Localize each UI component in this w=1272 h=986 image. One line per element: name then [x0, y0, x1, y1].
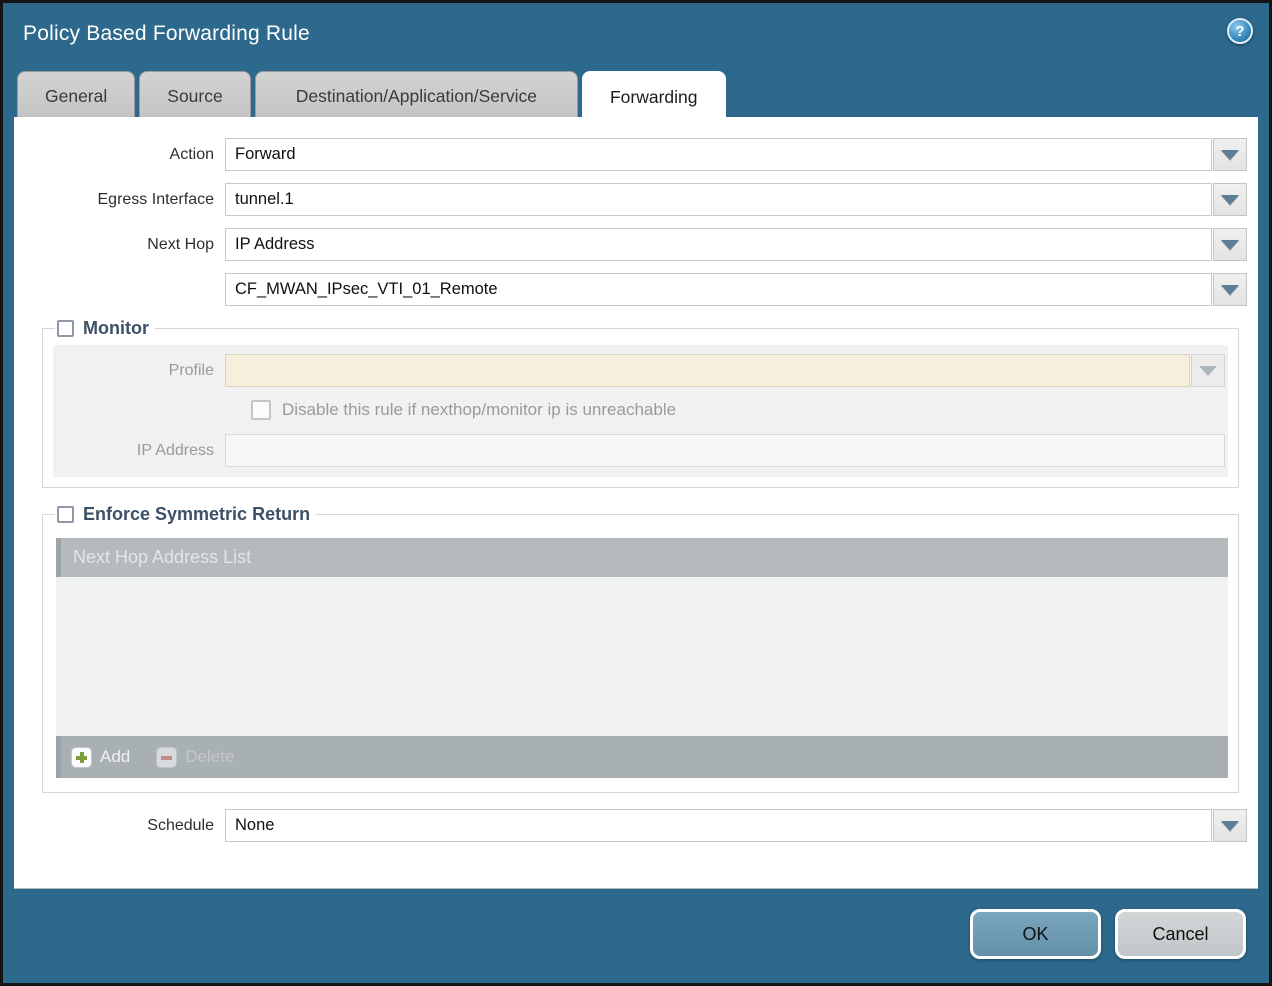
- egress-interface-select[interactable]: tunnel.1: [225, 183, 1212, 216]
- egress-interface-row: Egress Interface tunnel.1: [25, 183, 1247, 216]
- monitor-ip-address-row: IP Address: [53, 434, 1225, 467]
- action-select[interactable]: Forward: [225, 138, 1212, 171]
- dialog-footer: OK Cancel: [970, 909, 1246, 959]
- symmetric-return-checkbox[interactable]: [57, 506, 74, 523]
- symmetric-return-legend-label: Enforce Symmetric Return: [83, 504, 310, 525]
- chevron-down-icon: [1221, 285, 1239, 295]
- tab-forwarding[interactable]: Forwarding: [582, 71, 726, 123]
- plus-icon: [71, 747, 92, 768]
- monitor-legend: Monitor: [55, 318, 155, 339]
- tab-bar: General Source Destination/Application/S…: [17, 71, 730, 120]
- symmetric-return-fieldset: Enforce Symmetric Return Next Hop Addres…: [42, 504, 1239, 793]
- next-hop-dropdown-button[interactable]: [1213, 228, 1247, 261]
- symmetric-return-legend: Enforce Symmetric Return: [55, 504, 316, 525]
- action-label: Action: [25, 146, 225, 164]
- disable-rule-checkbox: [251, 400, 271, 420]
- monitor-profile-row: Profile: [53, 354, 1225, 387]
- schedule-label: Schedule: [25, 817, 225, 835]
- monitor-fieldset: Monitor Profile Disable this rule if nex…: [42, 318, 1239, 488]
- chevron-down-icon: [1221, 821, 1239, 831]
- dialog-title: Policy Based Forwarding Rule: [23, 22, 310, 46]
- next-hop-address-list-body[interactable]: [56, 577, 1228, 736]
- monitor-profile-dropdown-button: [1191, 354, 1225, 387]
- next-hop-address-select[interactable]: CF_MWAN_IPsec_VTI_01_Remote: [225, 273, 1212, 306]
- next-hop-address-row: CF_MWAN_IPsec_VTI_01_Remote: [25, 273, 1247, 306]
- delete-button: Delete: [156, 747, 234, 768]
- tab-general[interactable]: General: [17, 71, 135, 120]
- minus-icon: [156, 747, 177, 768]
- help-icon[interactable]: ?: [1227, 18, 1253, 44]
- add-button-label: Add: [100, 747, 130, 767]
- monitor-ip-address-input: [225, 434, 1225, 467]
- next-hop-label: Next Hop: [25, 236, 225, 254]
- action-row: Action Forward: [25, 138, 1247, 171]
- schedule-row: Schedule None: [25, 809, 1247, 842]
- monitor-checkbox[interactable]: [57, 320, 74, 337]
- schedule-dropdown-button[interactable]: [1213, 809, 1247, 842]
- ok-button[interactable]: OK: [970, 909, 1101, 959]
- next-hop-address-dropdown-button[interactable]: [1213, 273, 1247, 306]
- monitor-ip-address-label: IP Address: [53, 442, 225, 460]
- chevron-down-icon: [1221, 240, 1239, 250]
- monitor-profile-label: Profile: [53, 362, 225, 380]
- chevron-down-icon: [1199, 366, 1217, 376]
- next-hop-type-select[interactable]: IP Address: [225, 228, 1212, 261]
- next-hop-address-list-toolbar: Add Delete: [56, 736, 1228, 778]
- tab-destination-application-service[interactable]: Destination/Application/Service: [255, 71, 578, 120]
- monitor-body: Profile Disable this rule if nexthop/mon…: [53, 345, 1228, 477]
- disable-rule-row: Disable this rule if nexthop/monitor ip …: [251, 400, 1225, 420]
- next-hop-address-list-header: Next Hop Address List: [56, 538, 1228, 577]
- egress-interface-label: Egress Interface: [25, 191, 225, 209]
- next-hop-row: Next Hop IP Address: [25, 228, 1247, 261]
- chevron-down-icon: [1221, 150, 1239, 160]
- dialog-titlebar: Policy Based Forwarding Rule ?: [3, 3, 1269, 67]
- disable-rule-label: Disable this rule if nexthop/monitor ip …: [282, 400, 676, 420]
- monitor-legend-label: Monitor: [83, 318, 149, 339]
- add-button[interactable]: Add: [71, 747, 130, 768]
- monitor-profile-select[interactable]: [225, 354, 1190, 387]
- forwarding-tab-panel: Action Forward Egress Interface tunnel.1…: [14, 117, 1258, 889]
- cancel-button[interactable]: Cancel: [1115, 909, 1246, 959]
- action-dropdown-button[interactable]: [1213, 138, 1247, 171]
- next-hop-address-list-table: Next Hop Address List Add Delete: [56, 538, 1228, 778]
- schedule-select[interactable]: None: [225, 809, 1212, 842]
- delete-button-label: Delete: [185, 747, 234, 767]
- tab-source[interactable]: Source: [139, 71, 250, 120]
- pbf-rule-dialog: Policy Based Forwarding Rule ? General S…: [0, 0, 1272, 986]
- egress-interface-dropdown-button[interactable]: [1213, 183, 1247, 216]
- chevron-down-icon: [1221, 195, 1239, 205]
